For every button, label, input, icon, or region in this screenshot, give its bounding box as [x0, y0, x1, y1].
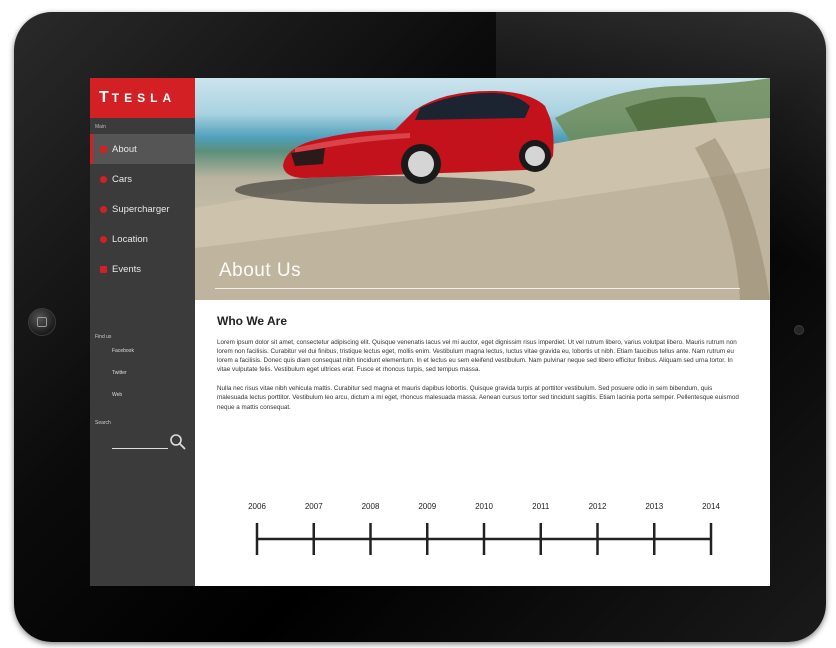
sidebar-item-supercharger[interactable]: Supercharger — [90, 194, 195, 224]
sidebar-item-label: Events — [112, 263, 142, 275]
social-link-web[interactable]: Web — [90, 384, 195, 406]
search-input[interactable] — [112, 448, 168, 449]
hero-banner: About Us — [195, 78, 770, 300]
timeline-year-label: 2011 — [532, 502, 550, 511]
sidebar: T TESLA Main About Cars Supercharger Loc… — [90, 78, 195, 586]
hero-title: About Us — [219, 260, 302, 281]
hero-divider — [215, 288, 740, 289]
location-icon — [100, 235, 107, 243]
sidebar-item-events[interactable]: Events — [90, 254, 195, 284]
sidebar-item-about[interactable]: About — [90, 134, 195, 164]
timeline-year-label: 2008 — [362, 502, 380, 511]
sidebar-item-location[interactable]: Location — [90, 224, 195, 254]
tesla-logo[interactable]: T TESLA — [90, 78, 195, 118]
timeline-year-label: 2006 — [248, 502, 266, 511]
tesla-t-icon: T — [99, 89, 109, 106]
timeline-year-label: 2012 — [589, 502, 607, 511]
circle-icon — [100, 175, 107, 183]
timeline-year-label: 2014 — [702, 502, 720, 511]
sidebar-item-label: Location — [112, 233, 148, 245]
sidebar-item-label: Cars — [112, 173, 133, 185]
timeline-year-label: 2010 — [475, 502, 493, 511]
brand-name: TESLA — [111, 91, 177, 105]
timeline: 2006 2007 2008 2009 2010 2011 2012 2013 2014 — [248, 502, 720, 555]
paragraph: Lorem ipsum dolor sit amet, consectetur … — [217, 339, 737, 374]
home-button[interactable] — [28, 308, 56, 336]
pin-icon — [100, 205, 107, 213]
timeline-year-label: 2009 — [418, 502, 436, 511]
square-icon — [100, 145, 107, 153]
paragraph: Nulla nec risus vitae nibh vehicula matt… — [217, 385, 739, 411]
social-link-facebook[interactable]: Facebook — [90, 340, 195, 362]
search-icon[interactable] — [169, 433, 187, 451]
sidebar-item-label: About — [112, 143, 137, 155]
timeline-year-label: 2013 — [645, 502, 663, 511]
search-box[interactable] — [112, 426, 195, 456]
menu-label: Main — [95, 124, 106, 130]
article: Who We Are Lorem ipsum dolor sit amet, c… — [217, 314, 742, 422]
square-icon — [100, 265, 107, 273]
front-camera — [794, 325, 804, 335]
section-heading: Who We Are — [217, 314, 288, 328]
sidebar-item-label: Supercharger — [112, 203, 170, 215]
social-link-twitter[interactable]: Twitter — [90, 362, 195, 384]
timeline-year-label: 2007 — [305, 502, 323, 511]
sidebar-item-cars[interactable]: Cars — [90, 164, 195, 194]
